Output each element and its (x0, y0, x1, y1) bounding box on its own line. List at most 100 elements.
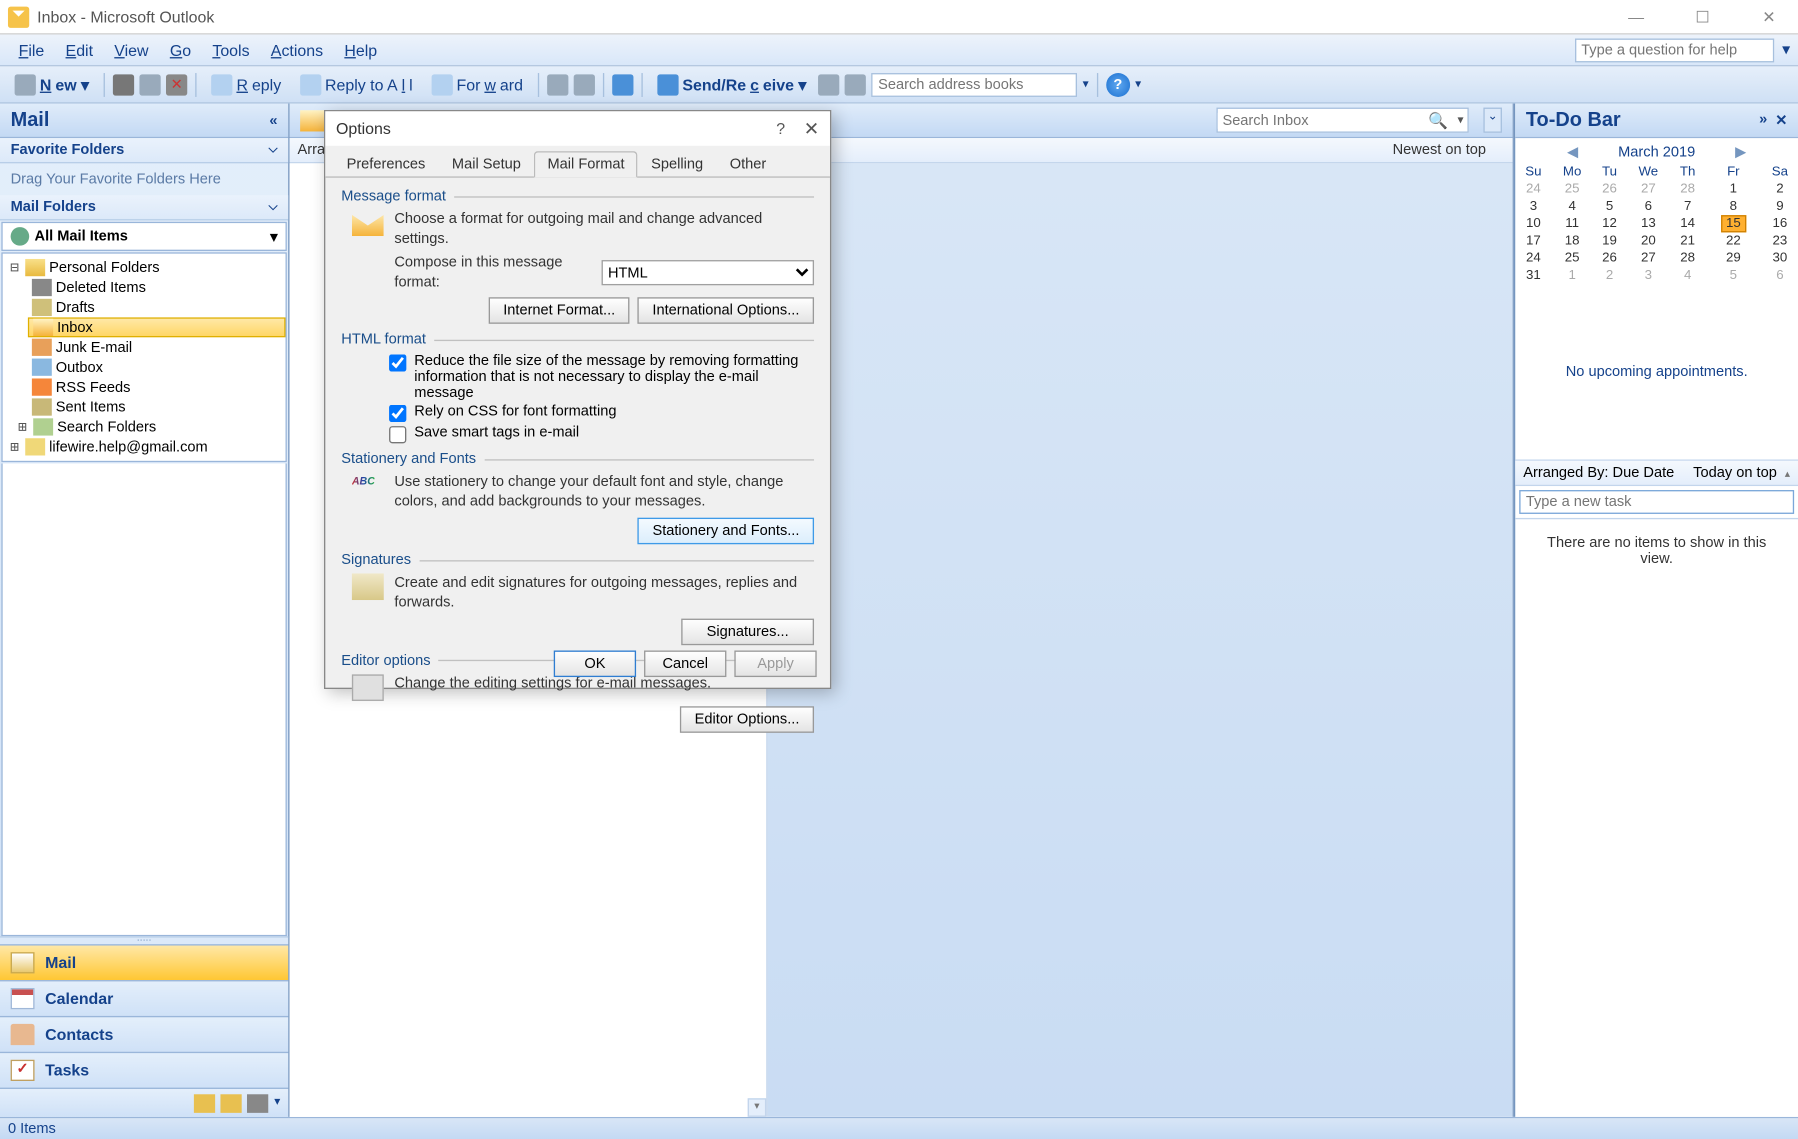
cal-day[interactable]: 4 (1552, 198, 1593, 215)
search-address-books-input[interactable] (871, 72, 1077, 96)
cal-day[interactable]: 8 (1705, 198, 1762, 215)
nav-shortcut-1[interactable] (195, 1094, 216, 1113)
minimize-button[interactable]: — (1615, 7, 1657, 26)
cancel-button[interactable]: Cancel (644, 650, 726, 677)
followup-button[interactable] (573, 74, 594, 95)
menu-edit[interactable]: Edit (55, 38, 104, 62)
maximize-button[interactable]: ☐ (1681, 7, 1723, 26)
cal-day[interactable]: 2 (1762, 181, 1798, 198)
dialog-help-button[interactable]: ? (776, 119, 785, 138)
scroll-down[interactable]: ▾ (748, 1098, 767, 1117)
cal-day[interactable]: 6 (1762, 267, 1798, 284)
task-arrange-bar[interactable]: Arranged By: Due Date Today on top ▴ (1515, 461, 1798, 486)
cal-day[interactable]: 16 (1762, 215, 1798, 232)
cal-day[interactable]: 14 (1670, 215, 1705, 232)
tab-preferences[interactable]: Preferences (333, 151, 438, 176)
cal-day[interactable]: 29 (1705, 250, 1762, 267)
reply-button[interactable]: Reply (205, 71, 288, 98)
cal-day[interactable]: 25 (1552, 181, 1593, 198)
nav-config-button[interactable]: ▾ (274, 1094, 280, 1113)
new-button[interactable]: New ▾ (8, 71, 96, 98)
cal-day[interactable]: 26 (1593, 250, 1627, 267)
tab-mail-setup[interactable]: Mail Setup (439, 151, 535, 176)
tab-spelling[interactable]: Spelling (638, 151, 717, 176)
todo-collapse[interactable]: » (1759, 112, 1767, 129)
cal-day[interactable]: 12 (1593, 215, 1627, 232)
cal-day[interactable]: 25 (1552, 250, 1593, 267)
cal-next-month[interactable]: ▶ (1735, 143, 1746, 160)
internet-format-button[interactable]: Internet Format... (489, 298, 630, 325)
cal-day[interactable]: 11 (1552, 215, 1593, 232)
tree-outbox[interactable]: Outbox (3, 357, 286, 377)
nav-collapse-button[interactable]: « (269, 112, 277, 128)
nav-shortcut-3[interactable] (248, 1094, 269, 1113)
menu-actions[interactable]: Actions (260, 38, 334, 62)
reply-all-button[interactable]: Reply to All (293, 71, 419, 98)
tree-sent[interactable]: Sent Items (3, 397, 286, 417)
cal-day[interactable]: 9 (1762, 198, 1798, 215)
cal-day[interactable]: 31 (1515, 267, 1551, 284)
chk-rely-css[interactable] (389, 405, 406, 422)
menu-help[interactable]: Help (334, 38, 388, 62)
nav-shortcut-2[interactable] (221, 1094, 242, 1113)
dialog-close-button[interactable]: ✕ (804, 117, 820, 140)
international-options-button[interactable]: International Options... (638, 298, 814, 325)
cal-day[interactable]: 5 (1593, 198, 1627, 215)
all-mail-items[interactable]: All Mail Items▾ (1, 222, 287, 251)
cal-day[interactable]: 18 (1552, 232, 1593, 249)
cal-day[interactable]: 17 (1515, 232, 1551, 249)
tab-other[interactable]: Other (716, 151, 779, 176)
help-search-input[interactable] (1575, 38, 1774, 62)
ok-button[interactable]: OK (554, 650, 636, 677)
cal-day[interactable]: 5 (1705, 267, 1762, 284)
search-inbox-input[interactable] (1217, 112, 1423, 128)
tree-rss[interactable]: RSS Feeds (3, 377, 286, 397)
help-search-dropdown[interactable]: ▾ (1782, 39, 1790, 58)
cal-day[interactable]: 4 (1670, 267, 1705, 284)
task-sort-button[interactable]: ▴ (1785, 467, 1790, 479)
cal-prev-month[interactable]: ◀ (1567, 143, 1578, 160)
search-address-books-dropdown[interactable]: ▾ (1083, 77, 1089, 92)
send-receive-button[interactable]: Send/Receive ▾ (650, 71, 813, 98)
cal-day[interactable]: 24 (1515, 250, 1551, 267)
tree-junk[interactable]: Junk E-mail (3, 337, 286, 357)
menu-go[interactable]: Go (159, 38, 202, 62)
cal-day[interactable]: 21 (1670, 232, 1705, 249)
search-options-button[interactable]: ⌄ (1483, 108, 1502, 133)
cal-day[interactable]: 1 (1705, 181, 1762, 198)
tree-deleted[interactable]: Deleted Items (3, 278, 286, 298)
close-button[interactable]: ✕ (1748, 7, 1790, 26)
help-button[interactable]: ? (1106, 72, 1130, 96)
tree-inbox[interactable]: Inbox (28, 317, 286, 337)
cal-day[interactable]: 3 (1515, 198, 1551, 215)
cal-day[interactable]: 28 (1670, 181, 1705, 198)
chk-reduce-filesize[interactable] (389, 355, 406, 372)
menu-view[interactable]: View (104, 38, 160, 62)
cal-day[interactable]: 27 (1626, 250, 1670, 267)
address-book-button[interactable] (845, 74, 866, 95)
cal-day[interactable]: 1 (1552, 267, 1593, 284)
cal-day[interactable]: 30 (1762, 250, 1798, 267)
nav-calendar-button[interactable]: Calendar (0, 980, 288, 1016)
nav-resize-grip[interactable]: ∙∙∙∙∙ (0, 936, 288, 944)
cal-day[interactable]: 3 (1626, 267, 1670, 284)
categorize-button[interactable] (547, 74, 568, 95)
cal-day[interactable]: 28 (1670, 250, 1705, 267)
new-task-input[interactable] (1519, 490, 1794, 514)
toolbar-dropdown[interactable]: ▾ (1135, 77, 1141, 92)
editor-options-button[interactable]: Editor Options... (680, 706, 814, 733)
cal-day[interactable]: 6 (1626, 198, 1670, 215)
cal-day[interactable]: 7 (1670, 198, 1705, 215)
find-button[interactable] (818, 74, 839, 95)
cal-day[interactable]: 20 (1626, 232, 1670, 249)
chk-smart-tags[interactable] (389, 427, 406, 444)
search-icon[interactable]: 🔍 (1423, 111, 1453, 130)
cal-day[interactable]: 26 (1593, 181, 1627, 198)
tree-account[interactable]: ⊞lifewire.help@gmail.com (3, 437, 286, 457)
todo-close[interactable]: ✕ (1775, 112, 1787, 129)
tree-drafts[interactable]: Drafts (3, 297, 286, 317)
delete-button[interactable] (166, 74, 187, 95)
nav-mail-button[interactable]: Mail (0, 944, 288, 980)
print-button[interactable] (113, 74, 134, 95)
stationery-fonts-button[interactable]: Stationery and Fonts... (638, 518, 814, 545)
